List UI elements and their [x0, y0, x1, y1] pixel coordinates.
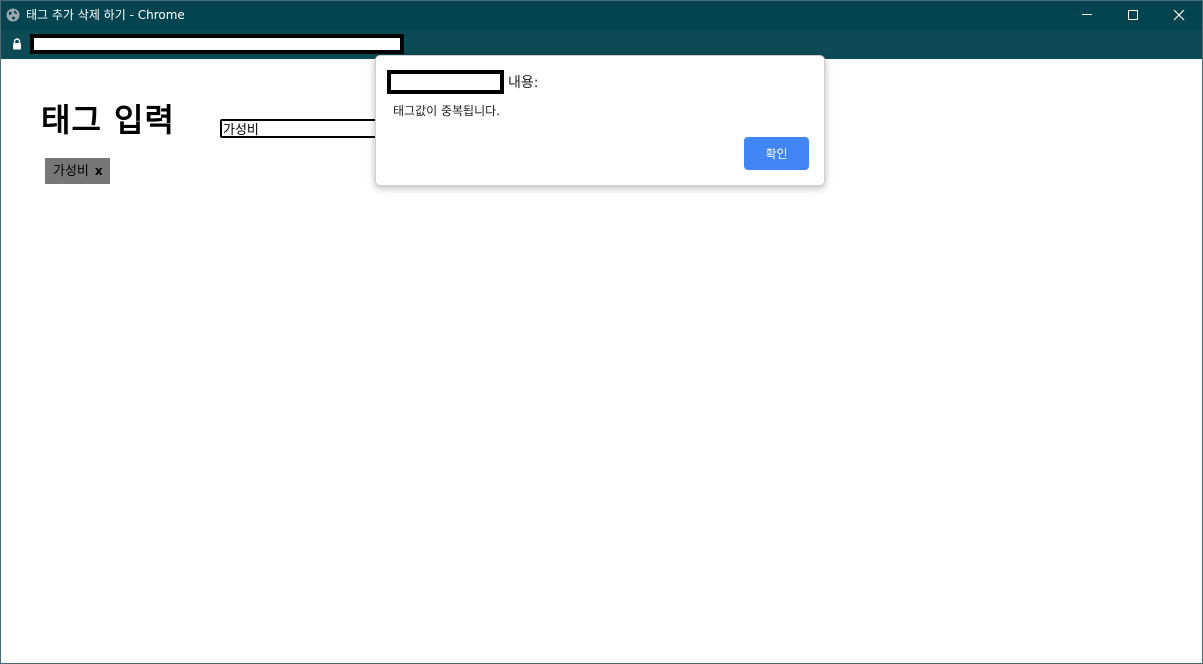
- tag-remove-button[interactable]: x: [95, 158, 103, 184]
- browser-window: 태그 추가 삭제 하기 - Chrome 태그 입력 가성비 가성비 x 내용:…: [0, 0, 1203, 664]
- globe-icon: [6, 8, 20, 22]
- dialog-message: 태그값이 중복됩니다.: [393, 104, 500, 118]
- minimize-icon: [1082, 14, 1092, 15]
- dialog-title: 내용:: [508, 75, 539, 91]
- dialog-origin-redacted: [387, 70, 504, 94]
- lock-icon: [13, 38, 21, 50]
- alert-dialog: 내용: 태그값이 중복됩니다. 확인: [375, 55, 825, 186]
- maximize-button[interactable]: [1110, 1, 1156, 30]
- tag-label: 가성비: [53, 164, 89, 179]
- ok-button[interactable]: 확인: [744, 137, 809, 170]
- close-window-button[interactable]: [1156, 1, 1202, 30]
- page-title: 태그 입력: [41, 101, 175, 139]
- tag-input[interactable]: [220, 119, 390, 138]
- tag-chip: 가성비 x: [45, 158, 110, 184]
- window-title: 태그 추가 삭제 하기 - Chrome: [26, 8, 185, 22]
- maximize-icon: [1128, 10, 1138, 20]
- close-icon: [1173, 9, 1185, 21]
- title-bar: 태그 추가 삭제 하기 - Chrome: [1, 1, 1202, 30]
- url-field[interactable]: [30, 34, 404, 54]
- minimize-button[interactable]: [1064, 1, 1110, 30]
